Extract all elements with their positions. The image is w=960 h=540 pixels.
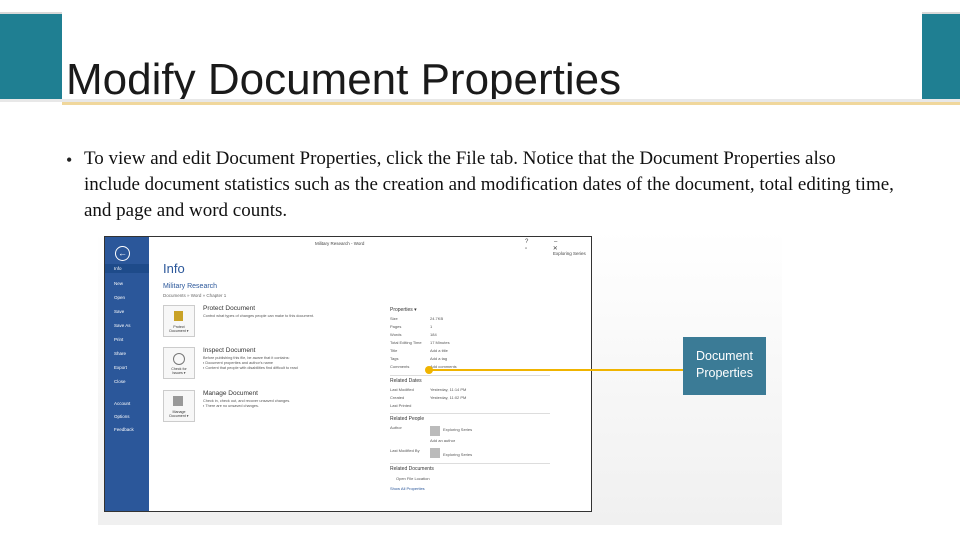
- menu-item-new[interactable]: New: [114, 281, 123, 286]
- list-item: Content that people with disabilities fi…: [205, 366, 298, 370]
- related-dates-heading: Related Dates: [390, 378, 422, 384]
- section-heading: Protect Document: [203, 305, 256, 312]
- last-modified-by-name[interactable]: Exploring Series: [443, 452, 472, 457]
- property-value: 184: [430, 332, 437, 337]
- menu-item-open[interactable]: Open: [114, 295, 125, 300]
- properties-heading[interactable]: Properties ▾: [390, 307, 417, 313]
- menu-item-print[interactable]: Print: [114, 337, 123, 342]
- property-value-input[interactable]: Add a tag: [430, 356, 447, 361]
- arrow-left-icon[interactable]: ←: [115, 246, 130, 261]
- open-file-location-link[interactable]: Open File Location: [396, 476, 430, 481]
- property-value: 24.7KB: [430, 316, 444, 321]
- menu-item-save[interactable]: Save: [114, 309, 124, 314]
- date-label: Last Printed: [390, 403, 412, 408]
- document-name: Military Research: [163, 283, 218, 290]
- button-label: Issues ▾: [172, 371, 186, 375]
- section-description: Before publishing this file, be aware th…: [203, 356, 298, 370]
- button-label: Document ▾: [169, 414, 189, 418]
- callout-line: [429, 369, 683, 371]
- menu-item-close[interactable]: Close: [114, 379, 126, 384]
- property-label: Pages: [390, 324, 402, 329]
- property-value-input[interactable]: Add a title: [430, 348, 448, 353]
- property-label: Tags: [390, 356, 399, 361]
- property-label: Words: [390, 332, 402, 337]
- date-label: Created: [390, 395, 405, 400]
- signed-in-user[interactable]: Exploring Series: [553, 251, 586, 256]
- author-name[interactable]: Exploring Series: [443, 427, 472, 432]
- menu-item-export[interactable]: Export: [114, 365, 127, 370]
- selected-menu-highlight: [105, 264, 149, 273]
- list-item: There are no unsaved changes.: [205, 404, 259, 408]
- window-title: Military Research - Word: [315, 241, 365, 246]
- list-item: Document properties and author's name: [205, 361, 274, 365]
- title-divider: [62, 102, 960, 105]
- menu-item-save-as[interactable]: Save As: [114, 323, 131, 328]
- section-heading: Inspect Document: [203, 347, 256, 354]
- divider: [390, 375, 550, 376]
- menu-item-account[interactable]: Account: [114, 401, 130, 406]
- word-backstage-screenshot: ← Info New Open Save Save As Print Share…: [104, 236, 592, 512]
- manage-document-icon: [173, 396, 183, 406]
- lock-icon: [174, 311, 183, 321]
- menu-item-share[interactable]: Share: [114, 351, 126, 356]
- slide-title: Modify Document Properties: [66, 55, 622, 104]
- date-value: Yesterday, 11:02 PM: [430, 395, 467, 400]
- section-description-text: Check in, check out, and recover unsaved…: [203, 399, 291, 403]
- check-for-issues-button[interactable]: Check for Issues ▾: [163, 347, 195, 379]
- add-author-link[interactable]: Add an author: [430, 438, 455, 443]
- document-properties-callout: Document Properties: [683, 337, 766, 395]
- protect-document-button[interactable]: Protect Document ▾: [163, 305, 195, 337]
- menu-item-feedback[interactable]: Feedback: [114, 427, 134, 432]
- author-label: Author: [390, 425, 402, 430]
- divider: [390, 463, 550, 464]
- property-label: Size: [390, 316, 398, 321]
- section-description: Control what types of changes people can…: [203, 314, 315, 318]
- inspect-icon: [173, 353, 185, 365]
- menu-item-info[interactable]: Info: [114, 266, 122, 271]
- bullet-item: • To view and edit Document Properties, …: [66, 146, 896, 224]
- property-label: Total Editing Time: [390, 340, 422, 345]
- property-value: 17 Minutes: [430, 340, 450, 345]
- date-label: Last Modified: [390, 387, 414, 392]
- show-all-properties-link[interactable]: Show All Properties: [390, 486, 425, 491]
- date-value: Yesterday, 11:14 PM: [430, 387, 467, 392]
- manage-document-button[interactable]: Manage Document ▾: [163, 390, 195, 422]
- avatar-icon: [430, 426, 440, 436]
- title-box: Modify Document Properties: [62, 12, 922, 104]
- property-label: Comments: [390, 364, 410, 369]
- related-people-heading: Related People: [390, 416, 425, 422]
- related-documents-heading: Related Documents: [390, 466, 434, 472]
- divider: [390, 413, 550, 414]
- section-description-text: Before publishing this file, be aware th…: [203, 356, 290, 360]
- bullet-dot-icon: •: [66, 150, 73, 170]
- backstage-sidebar: ← Info New Open Save Save As Print Share…: [105, 237, 149, 511]
- bullet-text: To view and edit Document Properties, cl…: [84, 148, 894, 221]
- menu-item-options[interactable]: Options: [114, 414, 130, 419]
- section-description: Check in, check out, and recover unsaved…: [203, 399, 291, 408]
- avatar-icon: [430, 448, 440, 458]
- title-band: Modify Document Properties: [0, 12, 960, 102]
- property-label: Title: [390, 348, 398, 353]
- last-modified-by-label: Last Modified By: [390, 448, 420, 453]
- section-heading: Manage Document: [203, 390, 258, 397]
- property-value: 1: [430, 324, 433, 329]
- button-label: Document ▾: [169, 329, 189, 333]
- info-heading: Info: [163, 261, 185, 276]
- document-path[interactable]: Documents » Word » Chapter 1: [163, 293, 226, 298]
